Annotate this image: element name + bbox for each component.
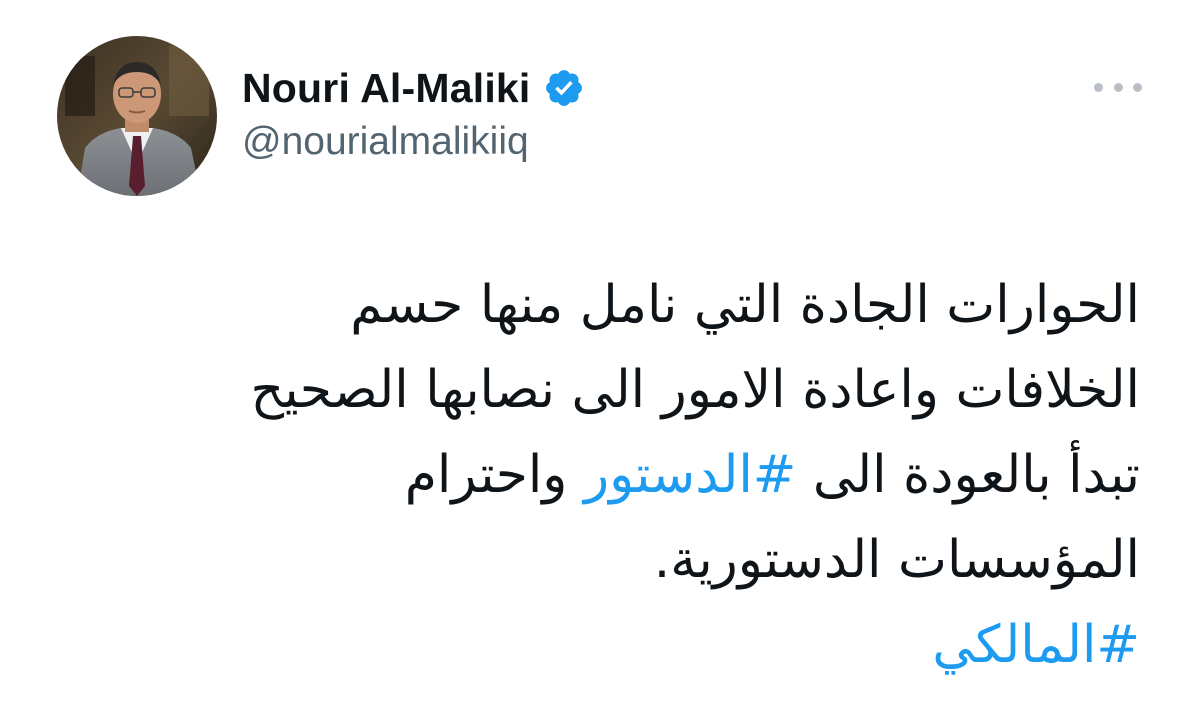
- tweet-line-3: تبدأ بالعودة الى #الدستور واحترام: [60, 433, 1140, 518]
- author-avatar[interactable]: [57, 36, 217, 196]
- more-dot: [1133, 82, 1142, 92]
- tweet-line-5: #المالكي: [60, 603, 1140, 688]
- tweet-line-2: الخلافات واعادة الامور الى نصابها الصحيح: [250, 360, 1140, 420]
- author-handle[interactable]: @nourialmalikiiq: [242, 120, 585, 164]
- name-row: Nouri Al-Maliki: [242, 62, 585, 114]
- tweet-line-1: الحوارات الجادة التي نامل منها حسم: [350, 275, 1140, 335]
- author-info: Nouri Al-Maliki @nourialmalikiiq: [242, 62, 585, 164]
- more-options-icon[interactable]: [1094, 72, 1142, 102]
- more-dot: [1094, 82, 1103, 92]
- hashtag-maliki-link[interactable]: #المالكي: [932, 615, 1140, 675]
- verified-badge-icon: [543, 67, 585, 109]
- tweet-line-4: المؤسسات الدستورية.: [653, 530, 1140, 590]
- avatar-photo-icon: [57, 36, 217, 196]
- more-dot: [1113, 82, 1123, 92]
- tweet-line-3-text-end: واحترام: [404, 445, 584, 505]
- author-display-name[interactable]: Nouri Al-Maliki: [242, 65, 531, 112]
- hashtag-constitution-link[interactable]: #الدستور: [584, 445, 796, 505]
- tweet-line-3-text-start: تبدأ بالعودة الى: [796, 445, 1140, 505]
- tweet-card: Nouri Al-Maliki @nourialmalikiiq الحوارا…: [0, 0, 1200, 710]
- tweet-text: الحوارات الجادة التي نامل منها حسم الخلا…: [60, 263, 1140, 688]
